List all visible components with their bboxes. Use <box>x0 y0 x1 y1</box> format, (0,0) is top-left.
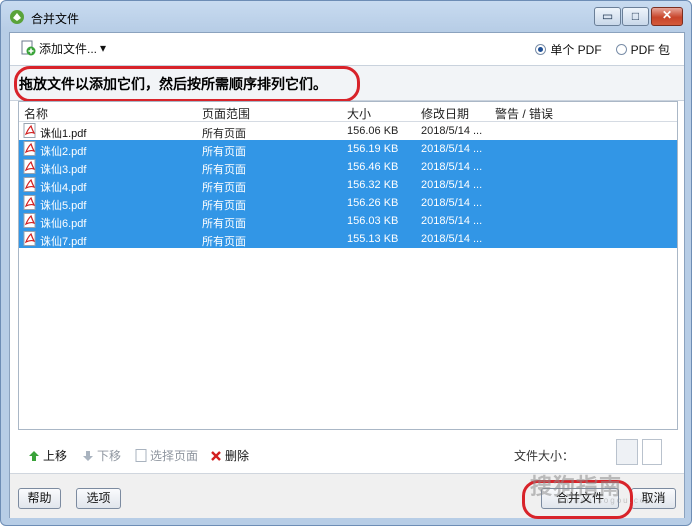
page-range[interactable]: 所有页面 <box>202 197 246 213</box>
select-pages-label: 选择页面 <box>150 449 199 463</box>
modified-date: 2018/5/14 ... <box>421 143 483 155</box>
modified-date: 2018/5/14 ... <box>421 125 483 137</box>
radio-unselected-icon <box>615 44 627 55</box>
options-button[interactable]: 选项 <box>76 488 121 509</box>
file-size: 156.26 KB <box>347 197 399 209</box>
modified-date: 2018/5/14 ... <box>421 215 483 227</box>
file-size: 156.06 KB <box>347 125 399 137</box>
radio-pdf-package[interactable]: PDF 包 <box>615 41 670 58</box>
output-type-group: 单个 PDF PDF 包 <box>535 41 670 58</box>
table-row[interactable]: 诛仙6.pdf 所有页面 156.03 KB 2018/5/14 ... <box>19 212 677 230</box>
small-size-icon[interactable] <box>616 439 638 465</box>
file-list-header: 名称 页面范围 大小 修改日期 警告 / 错误 <box>19 102 677 122</box>
file-name: 诛仙2.pdf <box>40 146 87 158</box>
table-row[interactable]: 诛仙3.pdf 所有页面 156.46 KB 2018/5/14 ... <box>19 158 677 176</box>
minimize-button[interactable]: ▭ <box>594 7 621 26</box>
arrow-down-icon <box>83 450 93 461</box>
file-name: 诛仙3.pdf <box>40 164 87 176</box>
modified-date: 2018/5/14 ... <box>421 233 483 245</box>
page-range[interactable]: 所有页面 <box>202 215 246 231</box>
acrobat-icon <box>10 10 24 24</box>
merge-files-window: 合并文件 ▭ □ ✕ 添加文件... ▾ 单个 PDF PDF 包 拖放文件以添… <box>0 0 692 526</box>
delete-x-icon <box>211 450 221 461</box>
pdf-file-icon <box>23 231 36 246</box>
page-range[interactable]: 所有页面 <box>202 125 246 141</box>
modified-date: 2018/5/14 ... <box>421 161 483 173</box>
file-size-label: 文件大小： <box>514 449 575 463</box>
file-size: 156.32 KB <box>347 179 399 191</box>
modified-date: 2018/5/14 ... <box>421 197 483 209</box>
file-size: 156.46 KB <box>347 161 399 173</box>
file-name: 诛仙5.pdf <box>40 200 87 212</box>
file-size: 156.19 KB <box>347 143 399 155</box>
watermark-subtext: zhinan.sogou.com <box>558 496 655 505</box>
chevron-down-icon: ▾ <box>100 41 107 55</box>
page-range[interactable]: 所有页面 <box>202 179 246 195</box>
modified-date: 2018/5/14 ... <box>421 179 483 191</box>
add-files-label: 添加文件... <box>39 41 98 56</box>
pdf-file-icon <box>23 195 36 210</box>
table-row[interactable]: 诛仙7.pdf 所有页面 155.13 KB 2018/5/14 ... <box>19 230 677 248</box>
delete-button[interactable]: 删除 <box>210 447 249 464</box>
delete-label: 删除 <box>225 449 250 463</box>
page-range[interactable]: 所有页面 <box>202 143 246 159</box>
column-header-date[interactable]: 修改日期 <box>421 105 469 122</box>
move-down-button[interactable]: 下移 <box>82 447 121 464</box>
column-header-name[interactable]: 名称 <box>24 105 48 122</box>
window-title: 合并文件 <box>31 12 80 26</box>
pdf-file-icon <box>23 213 36 228</box>
radio-single-pdf-label: 单个 PDF <box>550 43 602 57</box>
help-button[interactable]: 帮助 <box>18 488 61 509</box>
top-toolbar: 添加文件... ▾ 单个 PDF PDF 包 <box>10 33 684 63</box>
table-row[interactable]: 诛仙4.pdf 所有页面 156.32 KB 2018/5/14 ... <box>19 176 677 194</box>
list-actions-bar: 上移 下移 选择页面 删除 文件大小： <box>10 433 684 473</box>
file-list[interactable]: 名称 页面范围 大小 修改日期 警告 / 错误 诛仙1.pdf 所有页面 156… <box>18 101 678 430</box>
arrow-up-icon <box>29 450 39 461</box>
table-row[interactable]: 诛仙1.pdf 所有页面 156.06 KB 2018/5/14 ... <box>19 122 677 140</box>
pdf-file-icon <box>23 123 36 138</box>
maximize-button[interactable]: □ <box>622 7 649 26</box>
table-row[interactable]: 诛仙5.pdf 所有页面 156.26 KB 2018/5/14 ... <box>19 194 677 212</box>
radio-selected-icon <box>535 44 547 55</box>
file-size: 156.03 KB <box>347 215 399 227</box>
page-range[interactable]: 所有页面 <box>202 233 246 249</box>
move-up-button[interactable]: 上移 <box>28 447 67 464</box>
title-bar[interactable]: 合并文件 ▭ □ ✕ <box>1 1 691 33</box>
minimize-icon: ▭ <box>601 9 614 23</box>
move-up-label: 上移 <box>43 449 68 463</box>
file-name: 诛仙6.pdf <box>40 218 87 230</box>
large-size-icon[interactable] <box>642 439 662 465</box>
pdf-file-icon <box>23 177 36 192</box>
move-down-label: 下移 <box>97 449 122 463</box>
pdf-file-icon <box>23 159 36 174</box>
close-icon: ✕ <box>661 8 673 22</box>
add-files-button[interactable]: 添加文件... ▾ <box>20 40 106 56</box>
page-range[interactable]: 所有页面 <box>202 161 246 177</box>
file-size: 155.13 KB <box>347 233 399 245</box>
file-name: 诛仙7.pdf <box>40 236 87 248</box>
dialog-content: 添加文件... ▾ 单个 PDF PDF 包 拖放文件以添加它们，然后按所需顺序… <box>9 32 685 519</box>
maximize-icon: □ <box>631 9 640 23</box>
column-header-range[interactable]: 页面范围 <box>202 105 250 122</box>
file-name: 诛仙1.pdf <box>40 128 87 140</box>
file-name: 诛仙4.pdf <box>40 182 87 194</box>
add-file-icon <box>21 40 36 56</box>
highlight-ring-instruction <box>14 66 360 102</box>
watermark: 搜狗指南 zhinan.sogou.com <box>530 469 690 509</box>
select-pages-button[interactable]: 选择页面 <box>135 447 198 464</box>
page-icon <box>135 449 147 462</box>
close-button[interactable]: ✕ <box>651 7 683 26</box>
table-row[interactable]: 诛仙2.pdf 所有页面 156.19 KB 2018/5/14 ... <box>19 140 677 158</box>
column-header-size[interactable]: 大小 <box>347 105 371 122</box>
column-header-warnings[interactable]: 警告 / 错误 <box>495 105 553 122</box>
pdf-file-icon <box>23 141 36 156</box>
radio-pdf-package-label: PDF 包 <box>630 43 670 57</box>
radio-single-pdf[interactable]: 单个 PDF <box>535 41 602 58</box>
